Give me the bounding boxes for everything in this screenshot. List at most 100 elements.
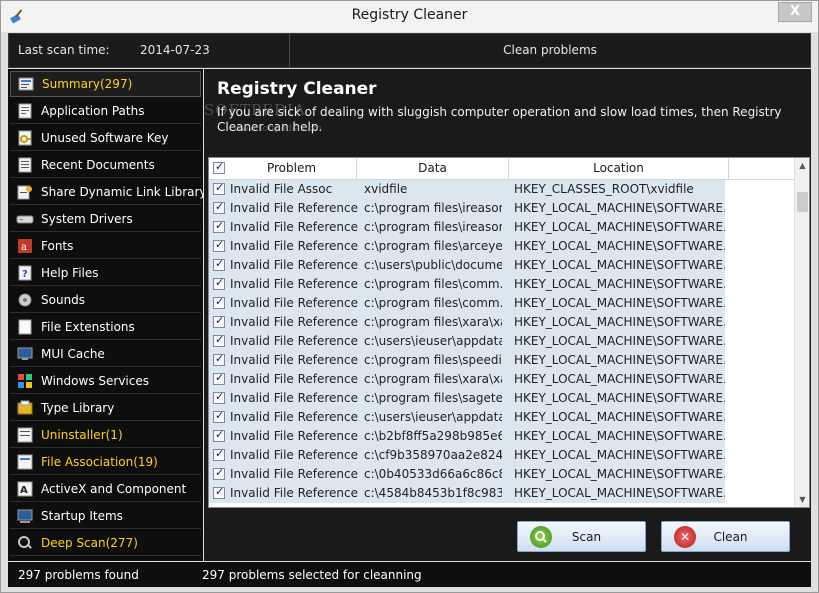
close-x-icon: ✕ xyxy=(674,525,696,548)
software-key-icon xyxy=(16,129,34,147)
table-row[interactable]: Invalid File Reference c:\program files\x… xyxy=(209,370,795,389)
column-header-problem[interactable]: Problem xyxy=(227,158,357,179)
table-row[interactable]: Invalid File Reference c:\b2bf8ff5a298b98… xyxy=(209,427,795,446)
table-row[interactable]: Invalid File Reference c:\users\ieuser\ap… xyxy=(209,332,795,351)
clean-button[interactable]: ✕ Clean xyxy=(661,521,790,552)
sidebar-item-recent-documents[interactable]: Recent Documents xyxy=(10,152,201,178)
sidebar-item-label: Unused Software Key xyxy=(41,130,169,145)
table-row[interactable]: Invalid File Reference c:\program files\c… xyxy=(209,294,795,313)
startup-items-icon xyxy=(16,507,34,525)
table-row[interactable]: Invalid File Reference c:\users\public\do… xyxy=(209,256,795,275)
svg-text:A: A xyxy=(20,485,28,496)
cell-location: HKEY_LOCAL_MACHINE\SOFTWARE... xyxy=(514,353,725,367)
scrollbar-thumb[interactable] xyxy=(797,192,808,212)
close-button[interactable]: X xyxy=(778,2,812,22)
svg-text:a: a xyxy=(21,242,27,253)
sidebar-item-fonts[interactable]: a Fonts xyxy=(10,233,201,259)
sidebar-item-startup-items[interactable]: Startup Items xyxy=(10,503,201,529)
row-checkbox[interactable] xyxy=(213,238,225,252)
table-row[interactable]: Invalid File Reference c:\program files\c… xyxy=(209,275,795,294)
cell-location: HKEY_LOCAL_MACHINE\SOFTWARE... xyxy=(514,391,725,405)
sidebar-item-activex[interactable]: A ActiveX and Component xyxy=(10,476,201,502)
column-header-location[interactable]: Location xyxy=(509,158,729,179)
cell-data: c:\program files\ireason... xyxy=(364,201,502,215)
cell-problem: Invalid File Reference xyxy=(230,391,359,405)
table-row[interactable]: Invalid File Reference c:\program files\s… xyxy=(209,351,795,370)
sidebar-item-help-files[interactable]: ? Help Files xyxy=(10,260,201,286)
row-checkbox[interactable] xyxy=(213,409,225,423)
table-row[interactable]: Invalid File Reference c:\0b40533d66a6c86… xyxy=(209,465,795,484)
table-row[interactable]: Invalid File Reference c:\program files\i… xyxy=(209,218,795,237)
table-row[interactable]: Invalid File Reference c:\program files\x… xyxy=(209,313,795,332)
column-header-data[interactable]: Data xyxy=(357,158,509,179)
sounds-icon xyxy=(16,291,34,309)
sidebar-item-label: ActiveX and Component xyxy=(41,481,187,496)
cell-problem: Invalid File Reference xyxy=(230,258,359,272)
table-row[interactable]: Invalid File Reference c:\program files\s… xyxy=(209,389,795,408)
table-row[interactable]: Invalid File Reference c:\users\ieuser\ap… xyxy=(209,408,795,427)
row-checkbox[interactable] xyxy=(213,200,225,214)
row-checkbox[interactable] xyxy=(213,485,225,499)
sidebar-item-mui-cache[interactable]: MUI Cache xyxy=(10,341,201,367)
table-row[interactable]: Invalid File Assoc xvidfile HKEY_CLASSES_R… xyxy=(209,180,795,199)
sidebar-item-label: File Extenstions xyxy=(41,319,135,334)
row-checkbox[interactable] xyxy=(213,466,225,480)
row-checkbox[interactable] xyxy=(213,352,225,366)
row-checkbox[interactable] xyxy=(213,447,225,461)
file-extensions-icon xyxy=(16,318,34,336)
recent-documents-icon xyxy=(16,156,34,174)
sidebar-item-label: Deep Scan(277) xyxy=(41,535,138,550)
sidebar-item-label: Summary(297) xyxy=(42,77,133,91)
table-row[interactable]: Invalid File Reference c:\4584b8453b1f8c9… xyxy=(209,484,795,503)
sidebar-item-unused-software-key[interactable]: Unused Software Key xyxy=(10,125,201,151)
windows-logo-icon xyxy=(16,372,34,390)
table-row[interactable]: Invalid File Reference c:\cf9b358970aa2e8… xyxy=(209,446,795,465)
sidebar-item-windows-services[interactable]: Windows Services xyxy=(10,368,201,394)
sidebar-item-label: File Association(19) xyxy=(41,454,158,469)
sidebar-item-file-association[interactable]: File Association(19) xyxy=(10,449,201,475)
cell-data: c:\users\ieuser\appdata... xyxy=(364,334,502,348)
table-row[interactable]: Invalid File Reference c:\program files\a… xyxy=(209,237,795,256)
table-row[interactable]: Invalid File Reference c:\program files\i… xyxy=(209,199,795,218)
sidebar-item-system-drivers[interactable]: System Drivers xyxy=(10,206,201,232)
sidebar-item-label: Type Library xyxy=(41,400,115,415)
sidebar-item-label: System Drivers xyxy=(41,211,133,226)
activex-icon: A xyxy=(16,480,34,498)
deep-scan-icon xyxy=(16,534,34,552)
sidebar-item-file-extensions[interactable]: File Extenstions xyxy=(10,314,201,340)
row-checkbox[interactable] xyxy=(213,333,225,347)
last-scan-label: Last scan time: xyxy=(18,43,110,57)
application-paths-icon xyxy=(16,102,34,120)
drive-icon xyxy=(16,210,34,228)
row-checkbox[interactable] xyxy=(213,219,225,233)
cell-problem: Invalid File Reference xyxy=(230,239,359,253)
clean-button-label: Clean xyxy=(713,529,748,544)
row-checkbox[interactable] xyxy=(213,181,225,195)
row-checkbox[interactable] xyxy=(213,276,225,290)
sidebar-item-application-paths[interactable]: Application Paths xyxy=(10,98,201,124)
cell-data: c:\program files\xara\xa... xyxy=(364,372,502,386)
cell-problem: Invalid File Reference xyxy=(230,296,359,310)
sidebar-item-share-dll[interactable]: Share Dynamic Link Library xyxy=(10,179,207,205)
row-checkbox[interactable] xyxy=(213,295,225,309)
cell-location: HKEY_LOCAL_MACHINE\SOFTWARE... xyxy=(514,258,725,272)
row-checkbox[interactable] xyxy=(213,257,225,271)
sidebar-item-uninstaller[interactable]: Uninstaller(1) xyxy=(10,422,201,448)
clean-problems-button[interactable]: Clean problems xyxy=(290,43,810,57)
problems-selected-status: 297 problems selected for cleanning xyxy=(202,568,422,582)
cell-data: c:\cf9b358970aa2e824c9... xyxy=(364,448,502,462)
sidebar-item-type-library[interactable]: Type Library xyxy=(10,395,201,421)
sidebar-item-summary[interactable]: Summary(297) xyxy=(10,71,201,97)
scroll-up-arrow-icon[interactable]: ▲ xyxy=(795,158,809,173)
scroll-down-arrow-icon[interactable]: ▼ xyxy=(795,492,809,507)
row-checkbox[interactable] xyxy=(213,390,225,404)
row-checkbox[interactable] xyxy=(213,428,225,442)
row-checkbox[interactable] xyxy=(213,371,225,385)
scan-button[interactable]: Scan xyxy=(517,521,646,552)
sidebar-item-deep-scan[interactable]: Deep Scan(277) xyxy=(10,530,201,556)
vertical-scrollbar[interactable]: ▲ ▼ xyxy=(794,158,809,507)
sidebar-item-sounds[interactable]: Sounds xyxy=(10,287,201,313)
row-checkbox[interactable] xyxy=(213,314,225,328)
sidebar-item-label: Share Dynamic Link Library xyxy=(41,184,207,199)
select-all-checkbox[interactable] xyxy=(213,160,225,174)
